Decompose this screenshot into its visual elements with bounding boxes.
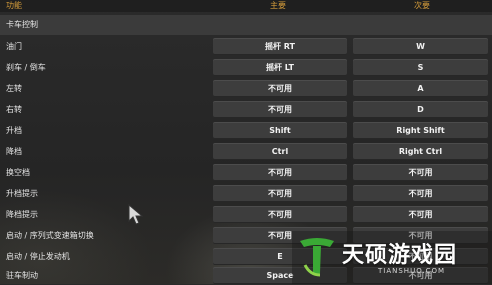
watermark-text: 天硕游戏园 <box>342 243 458 268</box>
mouse-pointer-icon <box>128 204 144 225</box>
primary-binding-button[interactable]: 不可用 <box>213 164 347 181</box>
keybinding-row: 换空档 不可用 不可用 <box>0 163 492 182</box>
section-header-truck-controls: 卡车控制 <box>0 15 492 35</box>
keybinding-row: 刹车 / 倒车 摇杆 LT S <box>0 58 492 77</box>
header-primary: 主要 <box>270 1 286 10</box>
primary-binding-button[interactable]: 不可用 <box>213 80 347 97</box>
secondary-binding-button[interactable]: 不可用 <box>353 164 488 181</box>
secondary-binding-button[interactable]: W <box>353 38 488 55</box>
primary-binding-button[interactable]: Ctrl <box>213 143 347 160</box>
primary-binding-button[interactable]: 不可用 <box>213 101 347 118</box>
secondary-binding-button[interactable]: Right Ctrl <box>353 143 488 160</box>
binding-label: 启动 / 序列式变速箱切换 <box>6 231 94 240</box>
keybinding-row: 升档提示 不可用 不可用 <box>0 184 492 203</box>
binding-label: 升档提示 <box>6 189 38 198</box>
secondary-binding-button[interactable]: Right Shift <box>353 122 488 139</box>
t-logo-icon <box>300 238 334 277</box>
primary-binding-button[interactable]: 摇杆 LT <box>213 59 347 76</box>
keybinding-row: 降档提示 不可用 不可用 <box>0 205 492 224</box>
binding-label: 降档 <box>6 147 22 156</box>
keybinding-row: 左转 不可用 A <box>0 79 492 98</box>
keybinding-row: 升档 Shift Right Shift <box>0 121 492 140</box>
primary-binding-button[interactable]: 摇杆 RT <box>213 38 347 55</box>
keybinding-row: 油门 摇杆 RT W <box>0 37 492 56</box>
primary-binding-button[interactable]: Shift <box>213 122 347 139</box>
column-header: 功能 主要 次要 <box>0 0 492 12</box>
header-secondary: 次要 <box>414 1 430 10</box>
site-watermark: 天硕游戏园 TIANSHUO.COM <box>292 231 492 284</box>
section-title: 卡车控制 <box>6 20 38 29</box>
secondary-binding-button[interactable]: D <box>353 101 488 118</box>
secondary-binding-button[interactable]: S <box>353 59 488 76</box>
binding-label: 换空档 <box>6 168 30 177</box>
keybinding-row: 降档 Ctrl Right Ctrl <box>0 142 492 161</box>
secondary-binding-button[interactable]: 不可用 <box>353 185 488 202</box>
secondary-binding-button[interactable]: 不可用 <box>353 206 488 223</box>
binding-label: 驻车制动 <box>6 271 38 280</box>
secondary-binding-button[interactable]: A <box>353 80 488 97</box>
binding-label: 刹车 / 倒车 <box>6 63 46 72</box>
primary-binding-button[interactable]: 不可用 <box>213 206 347 223</box>
header-function: 功能 <box>6 1 22 10</box>
binding-label: 左转 <box>6 84 22 93</box>
keybinding-row: 右转 不可用 D <box>0 100 492 119</box>
binding-label: 油门 <box>6 42 22 51</box>
watermark-subtext: TIANSHUO.COM <box>378 267 446 275</box>
binding-label: 右转 <box>6 105 22 114</box>
binding-label: 降档提示 <box>6 210 38 219</box>
binding-label: 启动 / 停止发动机 <box>6 252 70 261</box>
primary-binding-button[interactable]: 不可用 <box>213 185 347 202</box>
binding-label: 升档 <box>6 126 22 135</box>
